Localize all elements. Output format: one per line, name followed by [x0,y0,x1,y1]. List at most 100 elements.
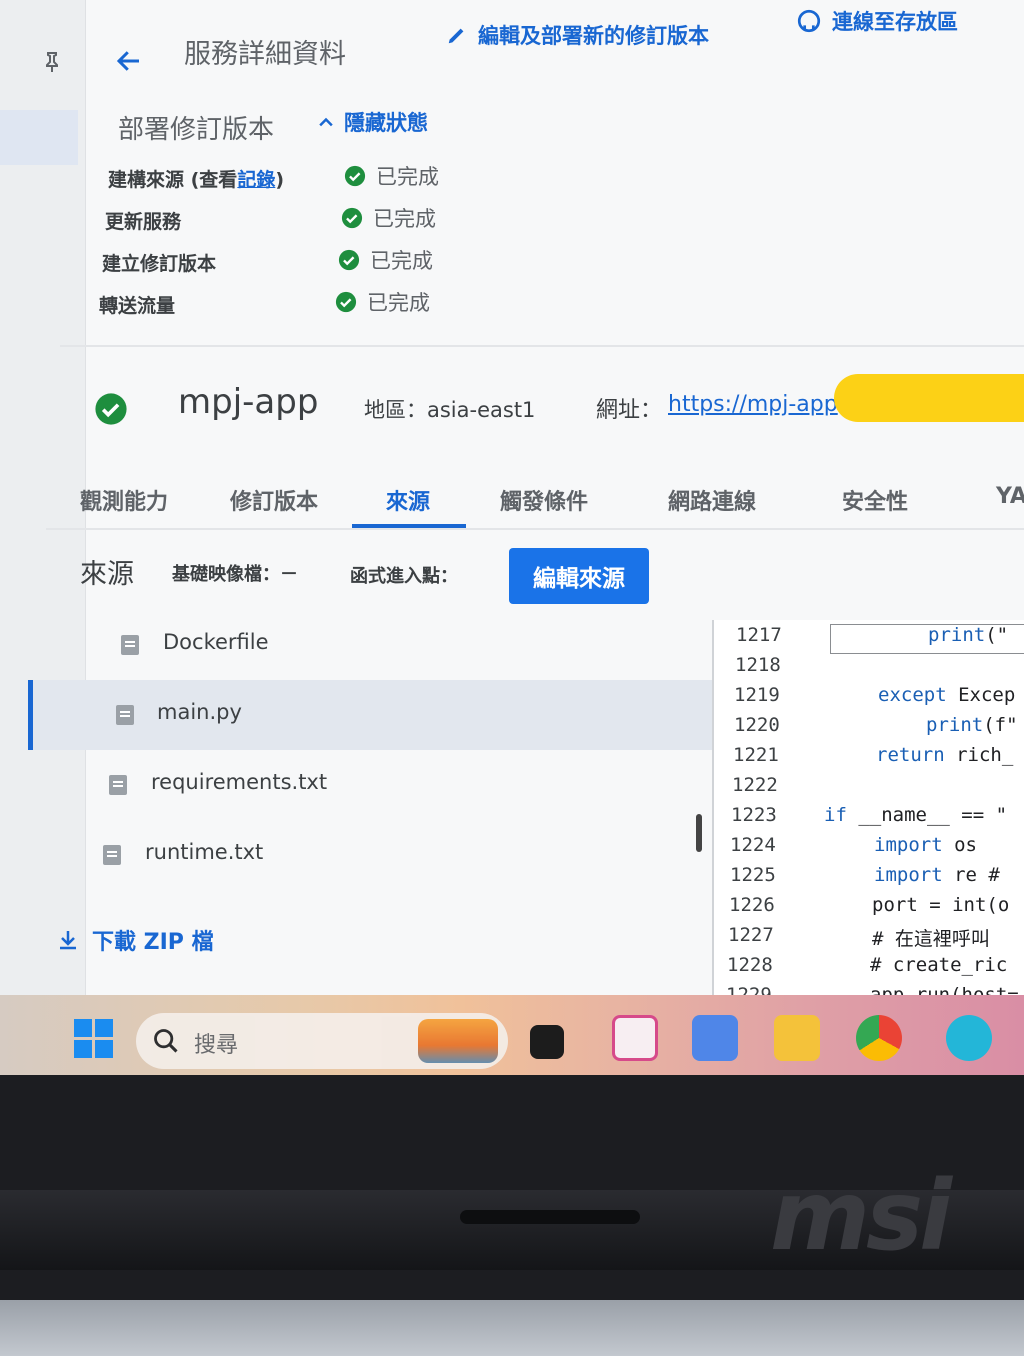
file-icon [103,845,121,865]
file-item[interactable]: requirements.txt [28,750,714,820]
code-text: # create_ric [870,954,1008,976]
code-text: rich_ [944,744,1014,766]
service-url-link[interactable]: https://mpj-app [668,392,838,417]
step-name: 轉送流量 [99,295,176,317]
line-number: 1228 [727,954,773,976]
windows-taskbar: 搜尋 [0,995,1024,1075]
step-status: 已完成 [367,291,430,315]
deploy-title: 部署修訂版本 [118,115,275,145]
download-zip-button[interactable]: 下載 ZIP 檔 [56,924,214,956]
code-line: # create_ric [870,954,1007,976]
file-item[interactable]: runtime.txt [28,820,714,890]
connect-repo-label: 連線至存放區 [832,10,958,34]
line-number: 1224 [730,834,776,856]
file-explorer-icon[interactable] [774,1015,820,1061]
pin-icon[interactable] [40,50,64,74]
service-ok-icon [95,393,127,425]
code-line: return rich_ [876,744,1013,766]
code-text: os [942,834,977,856]
code-line: port = int(o [872,894,1009,916]
code-keyword: import [874,834,943,856]
step-name: 建構來源 (查看記錄) [108,169,285,191]
chrome-icon[interactable] [856,1015,902,1061]
snipping-tool-icon[interactable] [612,1015,658,1061]
code-text: port = int(o [872,894,1010,916]
edit-deploy-label: 編輯及部署新的修訂版本 [478,24,709,48]
active-tab-indicator [352,524,466,528]
check-circle-icon [335,291,357,313]
back-arrow-icon[interactable] [114,46,144,76]
code-editor[interactable]: 1217 1218 1219 1220 1221 1222 1223 1224 1225 1226… [712,620,1024,1020]
deploy-revision-section: 部署修訂版本 隱藏狀態 建構來源 (查看記錄) 已完成 更新服務 已完成 建立修… [86,95,1024,345]
rail-selected-tab[interactable] [0,110,78,165]
line-number: 1226 [729,894,775,916]
code-text: __name__ == " [846,804,1008,826]
file-name: Dockerfile [163,630,269,654]
edit-deploy-button[interactable]: 編輯及部署新的修訂版本 [446,20,709,50]
service-name: mpj-app [178,382,319,422]
code-line: if __name__ == " [824,804,1007,826]
file-list-scrollbar[interactable] [696,814,702,852]
cloud-run-console: 服務詳細資料 編輯及部署新的修訂版本 連線至存放區 部署修訂版本 隱藏狀態 建構… [0,0,1024,1020]
edit-source-button[interactable]: 編輯來源 [509,548,649,604]
step-row: 建構來源 (查看記錄) 已完成 [108,157,508,199]
file-item-selected[interactable]: main.py [28,680,714,750]
url-label: 網址： [596,398,663,423]
step-row: 更新服務 已完成 [105,199,505,241]
search-icon [154,1029,178,1053]
connect-repo-button[interactable]: 連線至存放區 [796,6,958,36]
line-number: 1222 [732,774,778,796]
code-line: print(f" [926,714,1018,736]
step-status: 已完成 [370,249,433,273]
step-name: 更新服務 [105,211,182,233]
code-line: print(" [928,624,1008,646]
code-keyword: if [824,804,847,826]
code-keyword: except [878,684,947,706]
hinge-slot [460,1210,640,1224]
service-region: 地區：asia-east1 [364,398,536,422]
file-name: requirements.txt [151,770,328,794]
tab-observability[interactable]: 觀測能力 [80,484,168,516]
tab-source[interactable]: 來源 [386,484,430,516]
tab-networking[interactable]: 網路連線 [668,484,756,516]
view-log-link[interactable]: 記錄 [237,169,275,191]
copilot-icon[interactable] [692,1015,738,1061]
canva-icon[interactable] [946,1015,992,1061]
divider [60,345,1024,347]
windows-start-icon[interactable] [74,1019,114,1059]
code-keyword: import [874,864,943,886]
file-item[interactable]: Dockerfile [28,610,714,680]
tab-security[interactable]: 安全性 [842,484,908,516]
hide-status-label: 隱藏狀態 [344,111,428,135]
step-status: 已完成 [376,165,439,189]
brand-logo: msi [770,1160,952,1272]
code-line: except Excep [878,684,1015,706]
code-keyword: return [876,744,945,766]
file-icon [121,635,139,655]
task-view-icon[interactable] [530,1025,564,1059]
code-text: Excep [946,684,1016,706]
tab-yaml[interactable]: YA [996,484,1024,509]
chevron-up-icon [319,117,333,127]
download-zip-label: 下載 ZIP 檔 [92,930,214,955]
pencil-icon [448,28,464,44]
hide-status-button[interactable]: 隱藏狀態 [316,107,428,137]
tab-revisions[interactable]: 修訂版本 [230,484,318,516]
tab-triggers[interactable]: 觸發條件 [500,484,588,516]
tab-bar: 觀測能力 修訂版本 來源 觸發條件 網路連線 安全性 YA [46,470,1024,530]
line-number: 1219 [734,684,780,706]
redaction-mark [834,374,1024,422]
source-title: 來源 [80,559,134,590]
code-text: re # [942,864,1000,886]
line-number: 1225 [730,864,776,886]
page-header: 服務詳細資料 編輯及部署新的修訂版本 連線至存放區 [86,0,1024,95]
page-title: 服務詳細資料 [184,39,346,70]
taskbar-search[interactable]: 搜尋 [136,1013,508,1069]
step-status: 已完成 [373,207,436,231]
step-row: 建立修訂版本 已完成 [102,241,502,283]
file-icon [116,705,134,725]
file-name: runtime.txt [145,840,264,864]
base-image-label: 基礎映像檔：－ [172,564,298,585]
github-icon [797,9,821,33]
code-text: (f" [983,714,1018,736]
